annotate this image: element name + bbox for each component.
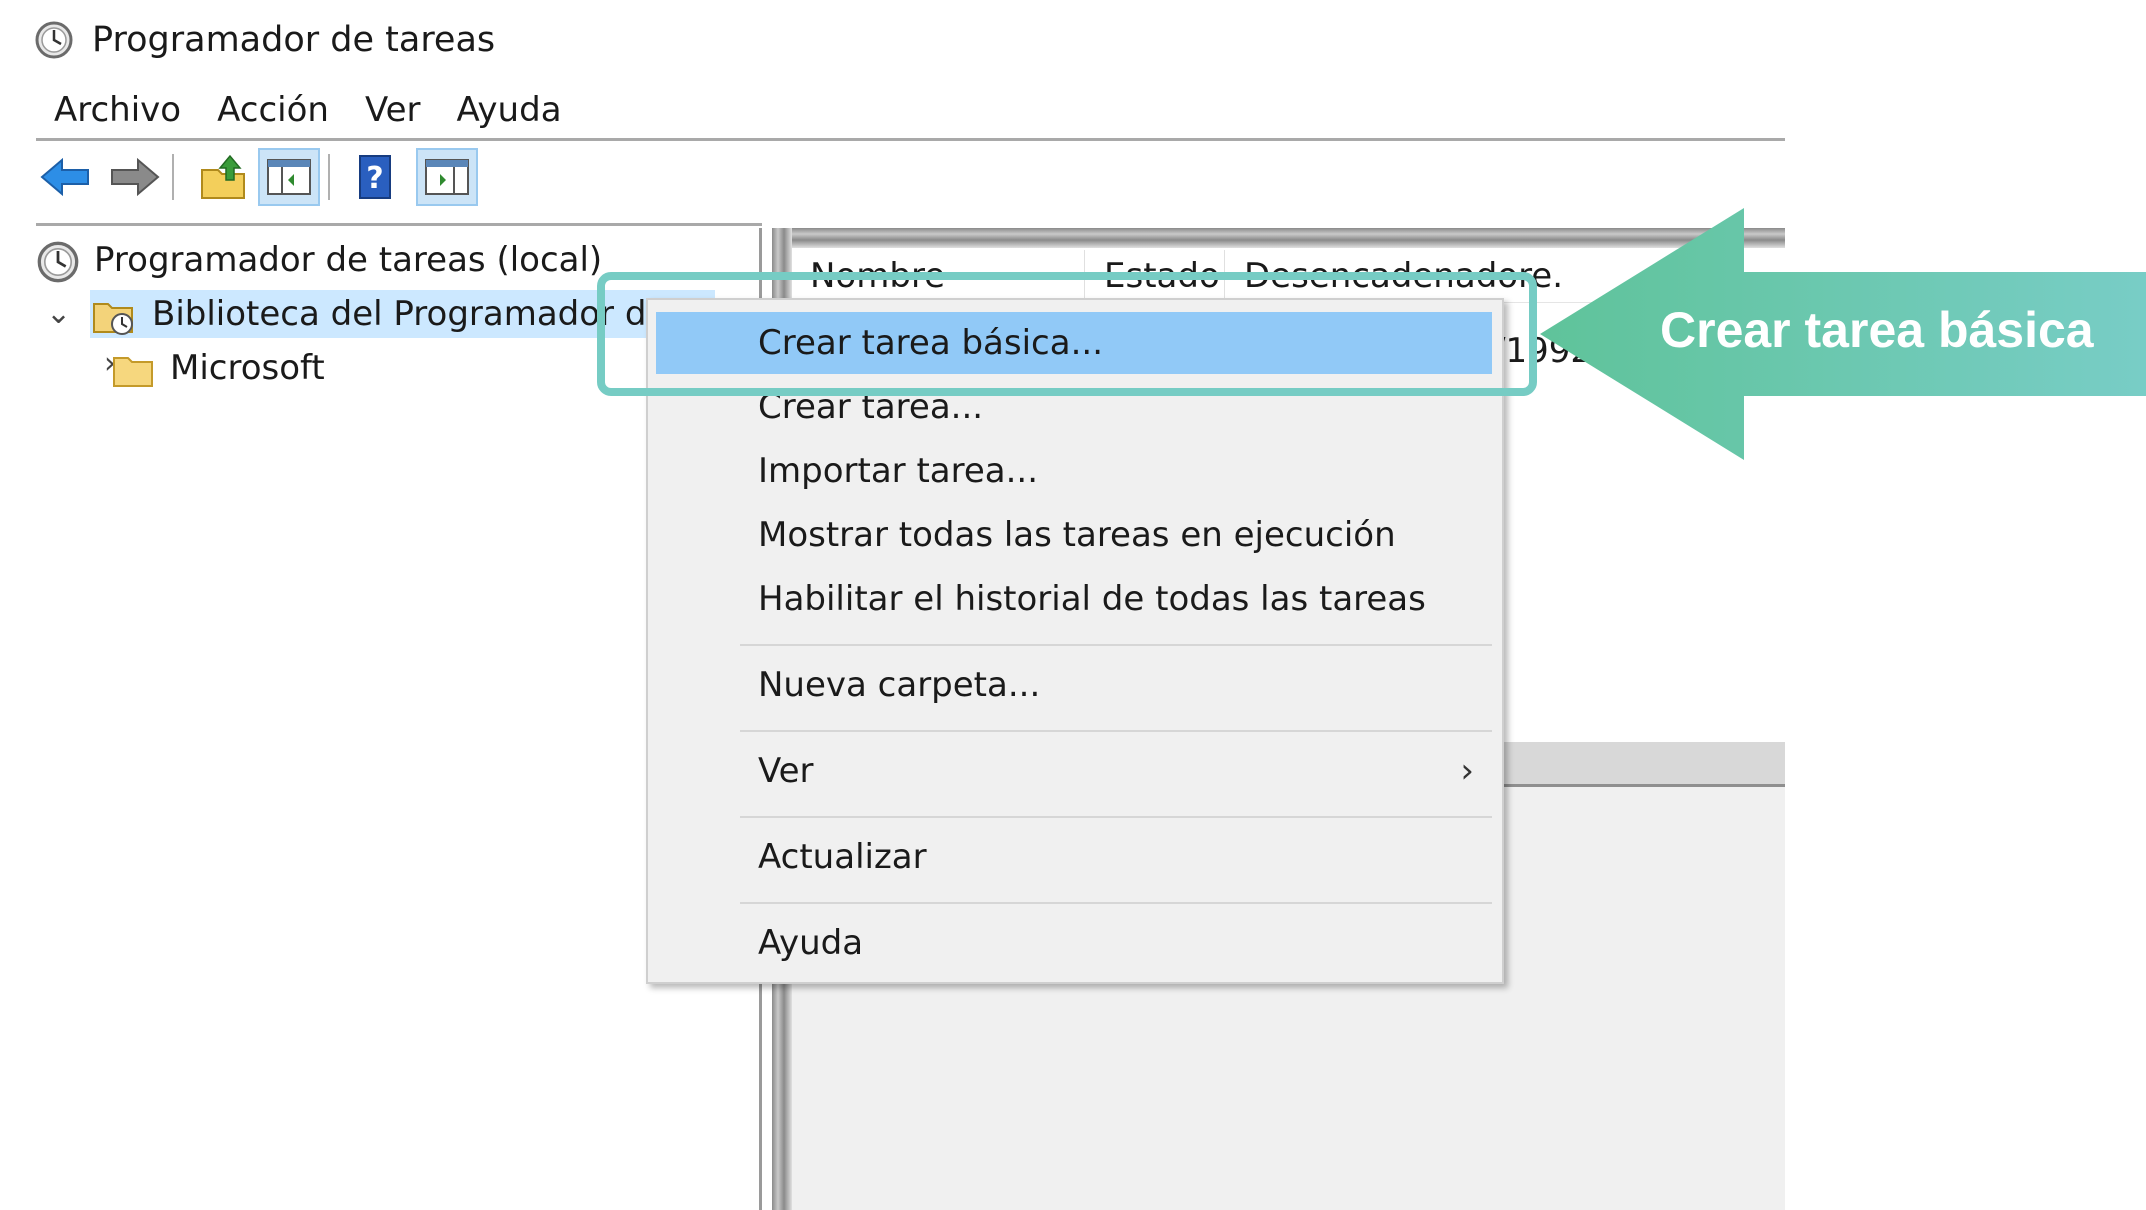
tree-item-label: Programador de tareas (local): [94, 240, 603, 280]
menu-separator: [740, 644, 1492, 646]
up-folder-button[interactable]: [192, 148, 254, 206]
menu-item-label: Habilitar el historial de todas las tare…: [758, 579, 1426, 619]
menu-ayuda[interactable]: Ayuda: [438, 82, 579, 138]
menu-item-nueva-carpeta[interactable]: Nueva carpeta...: [656, 654, 1494, 716]
menu-separator: [740, 816, 1492, 818]
window-title: Programador de tareas: [92, 20, 496, 60]
menu-ver[interactable]: Ver: [347, 82, 439, 138]
clock-icon: [37, 241, 79, 282]
menu-item-label: Actualizar: [758, 837, 927, 877]
clock-icon: [35, 21, 73, 59]
back-arrow-icon: [40, 157, 89, 197]
folder-up-icon: [201, 154, 245, 199]
svg-text:?: ?: [366, 161, 383, 196]
chevron-down-icon[interactable]: ⌄: [46, 296, 71, 331]
pane-divider: [36, 223, 762, 226]
menu-item-actualizar[interactable]: Actualizar: [656, 826, 1494, 888]
menu-item-importar-tarea[interactable]: Importar tarea...: [656, 440, 1494, 502]
menu-item-habilitar-historial[interactable]: Habilitar el historial de todas las tare…: [656, 568, 1494, 630]
tree-item-microsoft[interactable]: Microsoft: [110, 344, 325, 392]
menu-item-ayuda[interactable]: Ayuda: [656, 912, 1494, 974]
menu-separator: [740, 902, 1492, 904]
tree-item-label: Microsoft: [170, 348, 325, 388]
back-button[interactable]: [36, 148, 98, 206]
show-hide-action-pane-icon: [425, 159, 469, 195]
show-hide-console-tree-icon: [267, 159, 311, 195]
show-hide-action-pane-button[interactable]: [416, 148, 478, 206]
menu-item-label: Mostrar todas las tareas en ejecución: [758, 515, 1396, 555]
context-menu: Crear tarea básica... Crear tarea... Imp…: [646, 298, 1504, 984]
callout-label: Crear tarea básica: [1660, 302, 2094, 358]
folder-icon: [113, 356, 153, 387]
toolbar-separator: [328, 154, 330, 200]
menu-item-label: Ayuda: [758, 923, 864, 963]
forward-button[interactable]: [102, 148, 164, 206]
menu-item-label: Nueva carpeta...: [758, 665, 1041, 705]
menu-bar: Archivo Acción Ver Ayuda: [36, 82, 580, 138]
forward-arrow-icon: [111, 157, 160, 197]
toolbar-separator: [172, 154, 174, 200]
menu-item-label: Importar tarea...: [758, 451, 1039, 491]
folder-clock-icon: [93, 302, 133, 335]
tree-item-local[interactable]: Programador de tareas (local): [36, 236, 602, 284]
menu-item-mostrar-tareas[interactable]: Mostrar todas las tareas en ejecución: [656, 504, 1494, 566]
menu-divider: [36, 138, 1785, 141]
toolbar: ?: [36, 144, 1785, 212]
menu-archivo[interactable]: Archivo: [36, 82, 199, 138]
detail-pane-splitter[interactable]: [1504, 742, 1785, 787]
menu-separator: [740, 730, 1492, 732]
highlight-outline: [597, 272, 1537, 396]
menu-item-ver[interactable]: Ver ›: [656, 740, 1494, 802]
help-icon: ?: [359, 155, 391, 199]
show-hide-console-tree-button[interactable]: [258, 148, 320, 206]
help-button[interactable]: ?: [344, 148, 406, 206]
menu-item-label: Ver: [758, 751, 814, 791]
chevron-right-icon: ›: [1460, 751, 1474, 791]
menu-accion[interactable]: Acción: [199, 82, 347, 138]
